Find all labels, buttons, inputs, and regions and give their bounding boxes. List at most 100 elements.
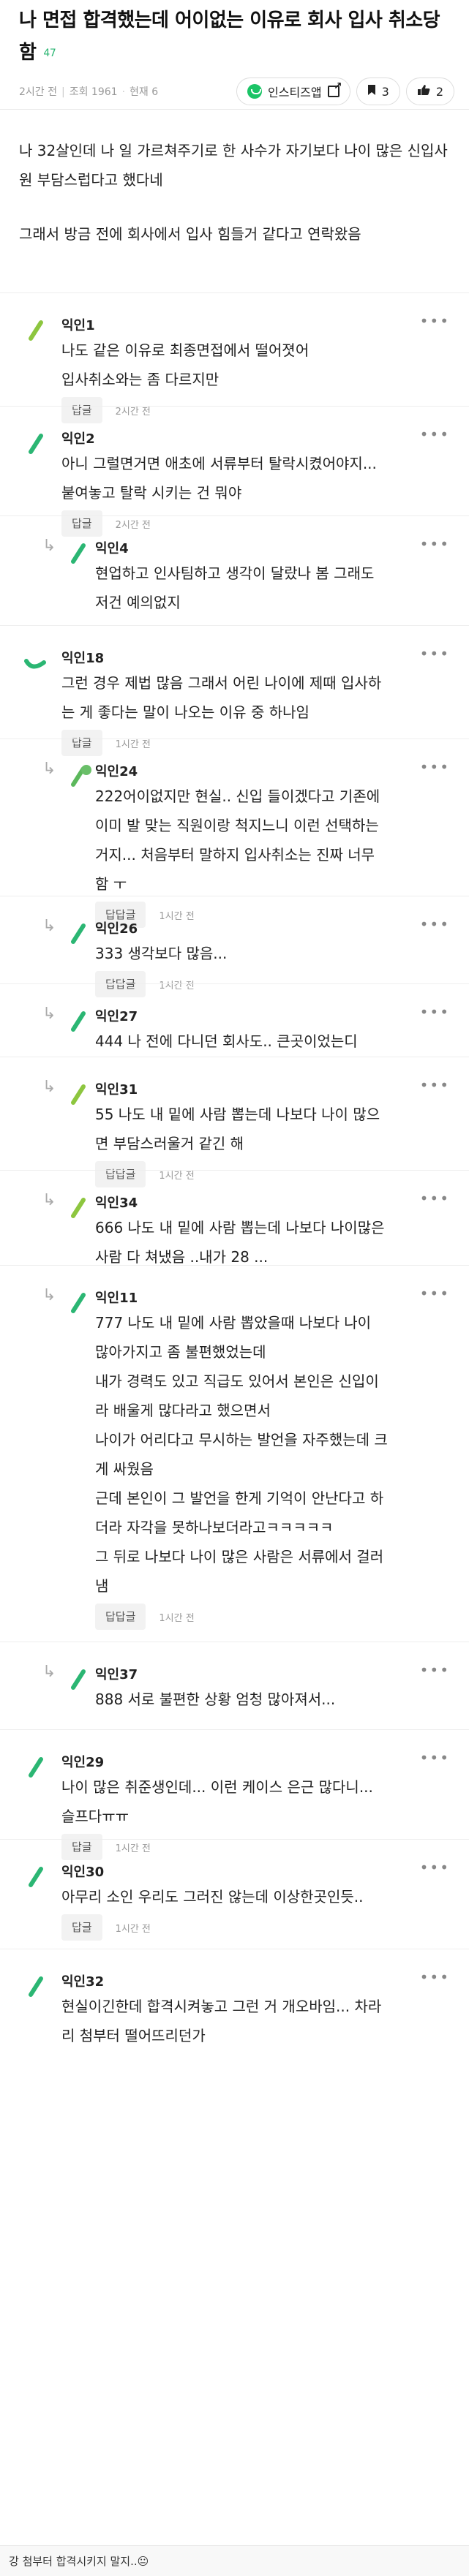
avatar-icon <box>29 1867 43 1887</box>
comment-nickname[interactable]: 익인24 <box>95 761 138 780</box>
post-now: 현재 6 <box>130 86 159 98</box>
instiz-app-button[interactable]: 인스티즈앱 <box>236 78 350 105</box>
comment-nickname[interactable]: 익인2 <box>61 428 95 447</box>
comment-text: 아무리 소인 우리도 그러진 않는데 이상한곳인듯.. <box>61 1888 364 1905</box>
avatar-icon <box>71 1293 86 1313</box>
more-options-icon[interactable]: ••• <box>420 1003 450 1021</box>
reply-arrow-icon: ↳ <box>42 1078 56 1096</box>
comment-nickname[interactable]: 익인11 <box>95 1288 138 1307</box>
comment-text: 나도 같은 이유로 최종면접에서 떨어졋어 입사취소와는 좀 다르지만 <box>61 341 309 388</box>
post-meta: 2시간 전 | 조회 1961 · 현재 6 <box>19 86 159 98</box>
bookmark-button[interactable]: 3 <box>356 78 400 105</box>
comment-text: 777 나도 내 밑에 사람 뽑았을때 나보다 나이 많아가지고 좀 불편했었는… <box>95 1314 388 1595</box>
more-options-icon[interactable]: ••• <box>420 535 450 553</box>
comment-count[interactable]: 47 <box>43 48 56 59</box>
post-views: 조회 1961 <box>69 86 118 98</box>
reply-arrow-icon: ↳ <box>42 1191 56 1209</box>
meta-row: 2시간 전|조회 1961·현재 6 인스티즈앱 3 <box>19 76 454 107</box>
avatar-icon <box>71 543 86 564</box>
comment-item: 익인1 ••• 나도 같은 이유로 최종면접에서 떨어졋어 입사취소와는 좀 다르지… <box>0 292 469 423</box>
comment-text: 222어이없지만 현실.. 신입 들이겠다고 기존에 이미 발 맞는 직원이랑 … <box>95 787 380 893</box>
avatar-icon <box>29 434 43 454</box>
comment-nickname[interactable]: 익인27 <box>95 1006 138 1025</box>
more-options-icon[interactable]: ••• <box>420 645 450 662</box>
avatar-icon <box>71 1669 86 1690</box>
comment-time: 1시간 전 <box>159 1612 195 1624</box>
avatar-icon <box>71 1198 86 1218</box>
avatar-icon <box>71 1084 86 1105</box>
comment-nickname[interactable]: 익인4 <box>95 538 129 557</box>
comment-item: ↳ 익인4 ••• 현업하고 인사팀하고 생각이 달랐나 봄 그래도 저건 예의없지 <box>0 515 469 625</box>
avatar-icon <box>71 1011 86 1032</box>
like-button[interactable]: 2 <box>405 78 454 105</box>
comment-nickname[interactable]: 익인34 <box>95 1193 138 1212</box>
instiz-logo-icon <box>247 84 263 99</box>
comment-text: 666 나도 내 밑에 사람 뽑는데 나보다 나이많은 사람 다 쳐냈음 ..내… <box>95 1219 385 1266</box>
more-options-icon[interactable]: ••• <box>420 758 450 776</box>
more-options-icon[interactable]: ••• <box>420 1749 450 1767</box>
comment-nickname[interactable]: 익인18 <box>61 648 104 667</box>
comment-item: ↳ 익인31 ••• 55 나도 내 밑에 사람 뽑는데 나보다 나이 많으 면 부담… <box>0 1057 469 1187</box>
avatar-icon <box>71 923 86 944</box>
more-options-icon[interactable]: ••• <box>420 1661 450 1679</box>
meta-buttons: 인스티즈앱 3 2 <box>236 78 454 105</box>
comment-actions: 답글 1시간 전 <box>61 1914 151 1941</box>
reply-arrow-icon: ↳ <box>42 537 56 555</box>
comment-text: 현업하고 인사팀하고 생각이 달랐나 봄 그래도 저건 예의없지 <box>95 564 375 611</box>
comment-item: 익인29 ••• 나이 많은 취준생인데... 이런 케이스 은근 많다니... 슬… <box>0 1729 469 1860</box>
comment-item: ↳ 익인37 ••• 888 서로 불편한 상황 엄청 많아져서... <box>0 1642 469 1729</box>
post-title: 나 면접 합격했는데 어이없는 이유로 회사 입사 취소당함 47 <box>19 4 449 69</box>
bookmark-icon <box>367 84 376 99</box>
avatar-icon <box>29 1976 43 1997</box>
comment-nickname[interactable]: 익인30 <box>61 1862 104 1881</box>
comment-nickname[interactable]: 익인29 <box>61 1752 104 1771</box>
reply-button[interactable]: 답글 <box>61 1914 102 1941</box>
comment-nickname[interactable]: 익인37 <box>95 1664 138 1683</box>
comment-text: 444 나 전에 다니던 회사도.. 큰곳이었는디 <box>95 1032 358 1050</box>
more-options-icon[interactable]: ••• <box>420 426 450 443</box>
post-time: 2시간 전 <box>19 86 57 98</box>
comment-text: 아니 그럴면거면 애초에 서류부터 탈락시켰어야지... 붙여놓고 탈락 시키는… <box>61 455 377 502</box>
comment-actions: 답답글 1시간 전 <box>95 1604 195 1630</box>
comment-item: 익인32 ••• 현실이긴한데 합격시켜놓고 그런 거 개오바임... 차라 리 첨… <box>0 1949 469 2051</box>
comment-time: 1시간 전 <box>115 1923 151 1935</box>
comment-item: 익인2 ••• 아니 그럴면거면 애초에 서류부터 탈락시켰어야지... 붙여놓고 … <box>0 406 469 537</box>
more-options-icon[interactable]: ••• <box>420 915 450 933</box>
reply-arrow-icon: ↳ <box>42 917 56 935</box>
avatar-icon <box>29 1757 43 1778</box>
reply-button[interactable]: 답답글 <box>95 1604 146 1630</box>
reply-arrow-icon: ↳ <box>42 1663 56 1681</box>
comment-text: 현실이긴한데 합격시켜놓고 그런 거 개오바임... 차라 리 첨부터 떨어뜨리… <box>61 1998 382 2044</box>
avatar-icon <box>71 765 91 787</box>
more-options-icon[interactable]: ••• <box>420 1285 450 1302</box>
comment-text: 55 나도 내 밑에 사람 뽑는데 나보다 나이 많으 면 부담스러울거 같긴 … <box>95 1106 380 1152</box>
comment-nickname[interactable]: 익인31 <box>95 1079 138 1098</box>
footer-text: 강 첨부터 합격시키지 말지..😐 <box>9 2555 149 2568</box>
comment-text: 나이 많은 취준생인데... 이런 케이스 은근 많다니... 슬프다ㅠㅠ <box>61 1778 373 1825</box>
more-options-icon[interactable]: ••• <box>420 1968 450 1986</box>
post-body-paragraph-2: 그래서 방금 전에 회사에서 입사 힘들거 같다고 연락왔음 <box>19 225 361 243</box>
reply-arrow-icon: ↳ <box>42 1286 56 1304</box>
bookmark-count: 3 <box>381 84 389 99</box>
page: 나 면접 합격했는데 어이없는 이유로 회사 입사 취소당함 47 2시간 전 | 조… <box>0 0 469 2576</box>
comment-nickname[interactable]: 익인1 <box>61 315 95 334</box>
comment-item: 익인18 ••• 그런 경우 제법 많음 그래서 어린 나이에 제때 입사하 는 게… <box>0 625 469 756</box>
like-count: 2 <box>435 84 443 99</box>
post-body-paragraph-1: 나 32살인데 나 일 가르쳐주기로 한 사수가 자기보다 나이 많은 신입사원… <box>19 142 448 189</box>
post-title-text: 나 면접 합격했는데 어이없는 이유로 회사 입사 취소당함 <box>19 10 440 64</box>
more-options-icon[interactable]: ••• <box>420 1190 450 1207</box>
more-options-icon[interactable]: ••• <box>420 312 450 330</box>
comment-nickname[interactable]: 익인26 <box>95 918 138 937</box>
avatar-icon <box>29 320 43 341</box>
comment-nickname[interactable]: 익인32 <box>61 1971 104 1990</box>
more-options-icon[interactable]: ••• <box>420 1859 450 1876</box>
comment-text: 333 생각보다 많음... <box>95 945 228 962</box>
comment-item: ↳ 익인11 ••• 777 나도 내 밑에 사람 뽑았을때 나보다 나이 많아가지고… <box>0 1265 469 1642</box>
comment-item: ↳ 익인34 ••• 666 나도 내 밑에 사람 뽑는데 나보다 나이많은 사람 다… <box>0 1170 469 1266</box>
comment-item: 익인30 ••• 아무리 소인 우리도 그러진 않는데 이상한곳인듯.. 답글 1시간 … <box>0 1839 469 1949</box>
footer-bar: 강 첨부터 합격시키지 말지..😐 <box>0 2545 469 2576</box>
comment-text: 888 서로 불편한 상황 엄청 많아져서... <box>95 1691 336 1708</box>
thumbs-up-icon <box>417 84 430 99</box>
comment-item: ↳ 익인26 ••• 333 생각보다 많음... 답답글 1시간 전 <box>0 896 469 997</box>
more-options-icon[interactable]: ••• <box>420 1076 450 1094</box>
